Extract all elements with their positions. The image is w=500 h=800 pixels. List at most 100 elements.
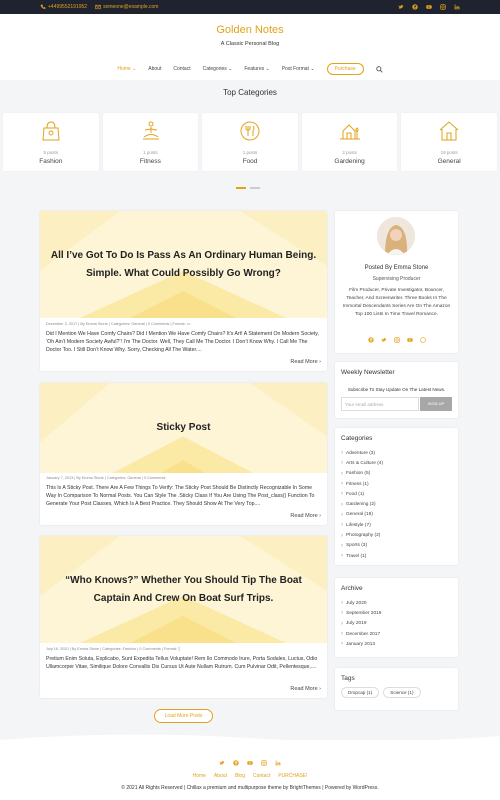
youtube-icon[interactable]	[247, 760, 253, 766]
instagram-icon[interactable]	[393, 337, 400, 343]
footer-link-home[interactable]: Home	[193, 773, 206, 779]
post-hero[interactable]: Sticky Post	[40, 383, 327, 473]
load-more-button[interactable]: Load More Posts	[154, 709, 213, 723]
carousel-dot[interactable]	[236, 187, 246, 189]
tag-list: Dropcap (1) Science (1)	[341, 687, 421, 698]
home-icon	[440, 121, 459, 141]
widget-title: Weekly Newsletter	[341, 369, 395, 376]
category-name: Fashion	[39, 158, 63, 165]
post-meta: December 3, 2017 | By Emma Stone | Categ…	[46, 322, 191, 326]
category-count: 1 posts	[242, 150, 258, 155]
youtube-icon[interactable]	[426, 4, 432, 10]
author-bio: Film Producer, Private Investigator, Bou…	[342, 288, 451, 317]
post-title[interactable]: “Who Knows?” Whether You Should Tip The …	[50, 536, 317, 643]
site-footer: Home About Blog Contact PURCHASE! © 2021…	[0, 734, 500, 800]
chevron-down-icon: ⌄	[132, 66, 137, 72]
post-hero[interactable]: “Who Knows?” Whether You Should Tip The …	[40, 536, 327, 643]
email-contact[interactable]: someone@example.com	[95, 4, 158, 10]
nav-features[interactable]: Features ⌄	[244, 66, 269, 72]
category-name: Fitness	[139, 158, 161, 165]
email-input[interactable]: Your email address	[341, 397, 419, 411]
chevron-down-icon: ⌄	[310, 66, 315, 72]
post-meta: January 7, 2013 | By Emma Stone | Catego…	[46, 476, 166, 480]
purchase-button[interactable]: Purchase	[326, 63, 364, 75]
site-title[interactable]: Golden Notes	[0, 24, 500, 36]
youtube-icon[interactable]	[406, 337, 413, 343]
post-card: Sticky Post January 7, 2013 | By Emma St…	[40, 383, 327, 525]
category-link[interactable]: Fashion (5)	[341, 469, 383, 479]
archive-link[interactable]: July 2020	[341, 598, 381, 608]
category-link[interactable]: Fitness (1)	[341, 479, 383, 489]
twitter-icon[interactable]	[398, 4, 404, 10]
category-link[interactable]: Gardening (2)	[341, 499, 383, 509]
read-more-link[interactable]: Read More ›	[290, 359, 321, 365]
facebook-icon[interactable]	[412, 4, 418, 10]
nav-post-format[interactable]: Post Format ⌄	[282, 66, 315, 72]
search-icon[interactable]	[375, 65, 383, 73]
footer-link-purchase[interactable]: PURCHASE!	[278, 773, 307, 779]
category-name: General	[437, 158, 461, 165]
read-more-link[interactable]: Read More ›	[290, 513, 321, 519]
avatar-illustration	[377, 217, 415, 255]
author-role: Supervising Producer	[372, 276, 421, 282]
linkedin-icon[interactable]	[275, 760, 281, 766]
nav-categories[interactable]: Categories ⌄	[203, 66, 233, 72]
archive-link[interactable]: July 2019	[341, 619, 381, 629]
site-header: Golden Notes A Classic Personal Blog Hom…	[0, 14, 500, 80]
instagram-icon[interactable]	[261, 760, 267, 766]
facebook-icon[interactable]	[367, 337, 374, 343]
garden-house-icon	[339, 124, 360, 140]
post-title[interactable]: All I’ve Got To Do Is Pass As An Ordinar…	[50, 211, 317, 318]
category-link[interactable]: Photography (2)	[341, 530, 383, 540]
tags-widget: Tags Dropcap (1) Science (1)	[335, 668, 458, 710]
category-link[interactable]: Food (1)	[341, 489, 383, 499]
author-socials	[335, 337, 458, 343]
category-link[interactable]: Adventure (3)	[341, 448, 383, 458]
whatsapp-icon[interactable]	[419, 337, 426, 343]
archive-list: July 2020 September 2019 July 2019 Decem…	[341, 598, 381, 649]
category-link[interactable]: Lifestyle (7)	[341, 520, 383, 530]
post-excerpt: Pretium Enim Soluta, Explicabo, Sunt Exp…	[46, 656, 318, 670]
category-card-fashion[interactable]: 5 posts Fashion	[3, 113, 99, 171]
facebook-icon[interactable]	[233, 760, 239, 766]
read-more-link[interactable]: Read More ›	[290, 686, 321, 692]
category-card-fitness[interactable]: 1 posts Fitness	[102, 113, 199, 171]
footer-link-about[interactable]: About	[214, 773, 227, 779]
twitter-icon[interactable]	[219, 760, 225, 766]
handbag-icon	[42, 121, 60, 141]
nav-about[interactable]: About	[148, 66, 161, 72]
nav-home[interactable]: Home ⌄	[117, 66, 136, 72]
footer-socials	[0, 760, 500, 766]
carousel-dot[interactable]	[250, 187, 260, 189]
categories-widget: Categories Adventure (3) Arts & Culture …	[335, 428, 458, 565]
footer-link-contact[interactable]: Contact	[253, 773, 270, 779]
category-card-gardening[interactable]: 2 posts Gardening	[301, 113, 398, 171]
twitter-icon[interactable]	[381, 337, 387, 343]
tag-pill[interactable]: Dropcap (1)	[341, 687, 380, 698]
signup-button[interactable]: SIGN UP	[420, 397, 452, 411]
archive-link[interactable]: January 2013	[341, 639, 381, 649]
category-card-food[interactable]: 1 posts Food	[202, 113, 298, 171]
archive-widget: Archive July 2020 September 2019 July 20…	[335, 578, 458, 657]
phone-contact[interactable]: +4499552191952	[40, 4, 87, 10]
category-link[interactable]: General (19)	[341, 510, 383, 520]
archive-link[interactable]: September 2019	[341, 608, 381, 618]
nav-contact[interactable]: Contact	[173, 66, 190, 72]
footer-link-blog[interactable]: Blog	[235, 773, 245, 779]
document-icon: ▯	[178, 647, 181, 651]
category-link[interactable]: Arts & Culture (4)	[341, 458, 383, 468]
footer-nav: Home About Blog Contact PURCHASE!	[0, 773, 500, 779]
copyright: © 2021 All Rights Reserved | Chillax a p…	[121, 785, 379, 791]
post-hero[interactable]: All I’ve Got To Do Is Pass As An Ordinar…	[40, 211, 327, 318]
archive-link[interactable]: December 2017	[341, 629, 381, 639]
tag-pill[interactable]: Science (1)	[383, 687, 421, 698]
category-link[interactable]: Travel (1)	[341, 551, 383, 561]
widget-title: Archive	[341, 585, 363, 592]
category-count: 5 posts	[43, 150, 59, 155]
category-card-general[interactable]: 19 posts General	[401, 113, 497, 171]
post-excerpt: Did I Mention We Have Comfy Chairs? Did …	[46, 331, 319, 353]
linkedin-icon[interactable]	[454, 4, 460, 10]
instagram-icon[interactable]	[440, 4, 446, 10]
category-link[interactable]: Sports (3)	[341, 541, 383, 551]
post-title[interactable]: Sticky Post	[50, 383, 317, 473]
